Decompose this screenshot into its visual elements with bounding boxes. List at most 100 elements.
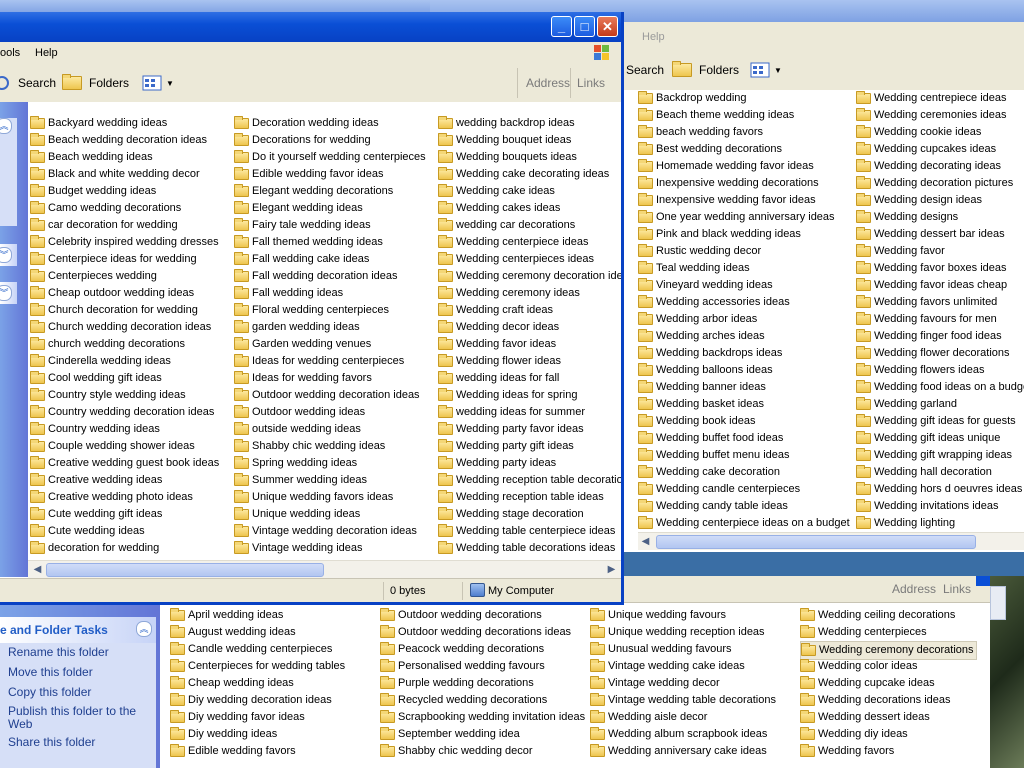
- folder-item[interactable]: Centerpiece ideas for wedding: [30, 251, 230, 268]
- folder-item[interactable]: Best wedding decorations: [638, 141, 854, 158]
- expand-icon[interactable]: ︾: [0, 285, 12, 301]
- folder-item[interactable]: Wedding flowers ideas: [856, 362, 1024, 379]
- folder-item[interactable]: Creative wedding ideas: [30, 472, 230, 489]
- folder-item[interactable]: Wedding lighting: [856, 515, 1024, 532]
- folder-item[interactable]: Wedding hors d oeuvres ideas: [856, 481, 1024, 498]
- folder-item[interactable]: Fall wedding decoration ideas: [234, 268, 434, 285]
- folder-item[interactable]: Centerpieces wedding: [30, 268, 230, 285]
- folder-item[interactable]: Do it yourself wedding centerpieces: [234, 149, 434, 166]
- folder-item[interactable]: Wedding decorating ideas: [856, 158, 1024, 175]
- scroll-thumb[interactable]: [656, 535, 976, 549]
- folder-item[interactable]: Country wedding decoration ideas: [30, 404, 230, 421]
- folder-item[interactable]: September wedding idea: [380, 726, 585, 743]
- folder-item[interactable]: Wedding buffet menu ideas: [638, 447, 854, 464]
- folder-item[interactable]: Wedding arches ideas: [638, 328, 854, 345]
- collapse-icon[interactable]: ︽: [136, 621, 152, 637]
- folder-item[interactable]: Wedding party favor ideas: [438, 421, 621, 438]
- search-button[interactable]: Search: [0, 71, 56, 95]
- folder-item[interactable]: beach wedding favors: [638, 124, 854, 141]
- folder-item[interactable]: Candle wedding centerpieces: [170, 641, 370, 658]
- folder-item[interactable]: Elegant wedding ideas: [234, 200, 434, 217]
- folder-item[interactable]: wedding ideas for fall: [438, 370, 621, 387]
- folder-item[interactable]: Vintage wedding decoration ideas: [234, 523, 434, 540]
- folder-item[interactable]: Edible wedding favor ideas: [234, 166, 434, 183]
- folders-button[interactable]: Folders: [672, 58, 739, 82]
- folder-item[interactable]: Wedding craft ideas: [438, 302, 621, 319]
- folder-item[interactable]: Creative wedding guest book ideas: [30, 455, 230, 472]
- folder-item[interactable]: Spring wedding ideas: [234, 455, 434, 472]
- folder-item[interactable]: Edible wedding favors: [170, 743, 370, 760]
- folder-item[interactable]: Wedding bouquet ideas: [438, 132, 621, 149]
- folder-item[interactable]: Recycled wedding decorations: [380, 692, 585, 709]
- folder-item[interactable]: Black and white wedding decor: [30, 166, 230, 183]
- scroll-left-arrow[interactable]: ◀: [638, 533, 653, 550]
- folder-item[interactable]: Wedding dessert ideas: [800, 709, 975, 726]
- folder-item[interactable]: Wedding album scrapbook ideas: [590, 726, 795, 743]
- folder-item[interactable]: Rustic wedding decor: [638, 243, 854, 260]
- folder-item[interactable]: Wedding stage decoration: [438, 506, 621, 523]
- folder-item[interactable]: Shabby chic wedding ideas: [234, 438, 434, 455]
- folder-item[interactable]: Vintage wedding decor: [590, 675, 795, 692]
- folder-item[interactable]: Beach theme wedding ideas: [638, 107, 854, 124]
- folder-item[interactable]: Beach wedding ideas: [30, 149, 230, 166]
- collapse-icon[interactable]: ︽: [0, 118, 12, 134]
- folder-item[interactable]: Wedding backdrops ideas: [638, 345, 854, 362]
- folder-item[interactable]: Fall wedding ideas: [234, 285, 434, 302]
- folder-item[interactable]: Wedding candy table ideas: [638, 498, 854, 515]
- folder-item[interactable]: Wedding favor boxes ideas: [856, 260, 1024, 277]
- expand-icon[interactable]: ︾: [0, 247, 12, 263]
- folder-item[interactable]: Wedding arbor ideas: [638, 311, 854, 328]
- folder-item[interactable]: Church wedding decoration ideas: [30, 319, 230, 336]
- folder-item[interactable]: Diy wedding decoration ideas: [170, 692, 370, 709]
- folder-item[interactable]: Wedding invitations ideas: [856, 498, 1024, 515]
- folder-item[interactable]: Wedding cupcakes ideas: [856, 141, 1024, 158]
- folder-item[interactable]: Wedding cake decoration: [638, 464, 854, 481]
- folder-item[interactable]: decoration for wedding: [30, 540, 230, 557]
- folder-item[interactable]: church wedding decorations: [30, 336, 230, 353]
- folder-item[interactable]: Wedding hall decoration: [856, 464, 1024, 481]
- folder-item[interactable]: Wedding balloons ideas: [638, 362, 854, 379]
- folder-item[interactable]: Wedding gift wrapping ideas: [856, 447, 1024, 464]
- scroll-thumb[interactable]: [46, 563, 324, 577]
- search-button[interactable]: Search: [626, 58, 664, 82]
- folder-item[interactable]: Wedding ceremonies ideas: [856, 107, 1024, 124]
- folder-item[interactable]: garden wedding ideas: [234, 319, 434, 336]
- task-link[interactable]: Share this folder: [8, 735, 95, 749]
- folder-item[interactable]: Wedding ideas for spring: [438, 387, 621, 404]
- folder-item[interactable]: Wedding gift ideas for guests: [856, 413, 1024, 430]
- folder-item[interactable]: Wedding centerpieces: [800, 624, 975, 641]
- folder-item[interactable]: Cheap outdoor wedding ideas: [30, 285, 230, 302]
- views-button[interactable]: ▼: [750, 58, 782, 82]
- folder-item[interactable]: Garden wedding venues: [234, 336, 434, 353]
- folder-item[interactable]: Creative wedding photo ideas: [30, 489, 230, 506]
- folder-item[interactable]: Wedding cake decorating ideas: [438, 166, 621, 183]
- folder-item[interactable]: Wedding dessert bar ideas: [856, 226, 1024, 243]
- folders-button[interactable]: Folders: [62, 71, 129, 95]
- folder-item[interactable]: Wedding favours for men: [856, 311, 1024, 328]
- folder-item[interactable]: Centerpieces for wedding tables: [170, 658, 370, 675]
- folder-item[interactable]: Wedding table decorations ideas: [438, 540, 621, 557]
- folder-item[interactable]: Wedding cake ideas: [438, 183, 621, 200]
- folder-item[interactable]: Wedding book ideas: [638, 413, 854, 430]
- folder-item[interactable]: Wedding ceremony decoration ideas: [438, 268, 621, 285]
- folder-item[interactable]: Personalised wedding favours: [380, 658, 585, 675]
- folder-item[interactable]: April wedding ideas: [170, 607, 370, 624]
- folder-item[interactable]: Couple wedding shower ideas: [30, 438, 230, 455]
- folder-item[interactable]: Cool wedding gift ideas: [30, 370, 230, 387]
- task-link[interactable]: Move this folder: [8, 665, 93, 679]
- folder-item[interactable]: Celebrity inspired wedding dresses: [30, 234, 230, 251]
- task-link[interactable]: Rename this folder: [8, 645, 109, 659]
- folder-item[interactable]: Unique wedding reception ideas: [590, 624, 795, 641]
- folder-item[interactable]: Wedding reception table ideas: [438, 489, 621, 506]
- folder-item[interactable]: Budget wedding ideas: [30, 183, 230, 200]
- folder-item[interactable]: Wedding ceiling decorations: [800, 607, 975, 624]
- folder-item[interactable]: Unique wedding favors ideas: [234, 489, 434, 506]
- task-link[interactable]: Publish this folder to the Web: [8, 705, 148, 731]
- folder-item[interactable]: Cute wedding gift ideas: [30, 506, 230, 523]
- folder-item[interactable]: Wedding ceremony ideas: [438, 285, 621, 302]
- folder-item[interactable]: Outdoor wedding decorations ideas: [380, 624, 585, 641]
- folder-item[interactable]: Wedding aisle decor: [590, 709, 795, 726]
- folder-item[interactable]: Wedding favor ideas cheap: [856, 277, 1024, 294]
- folder-item[interactable]: Pink and black wedding ideas: [638, 226, 854, 243]
- folder-item[interactable]: Homemade wedding favor ideas: [638, 158, 854, 175]
